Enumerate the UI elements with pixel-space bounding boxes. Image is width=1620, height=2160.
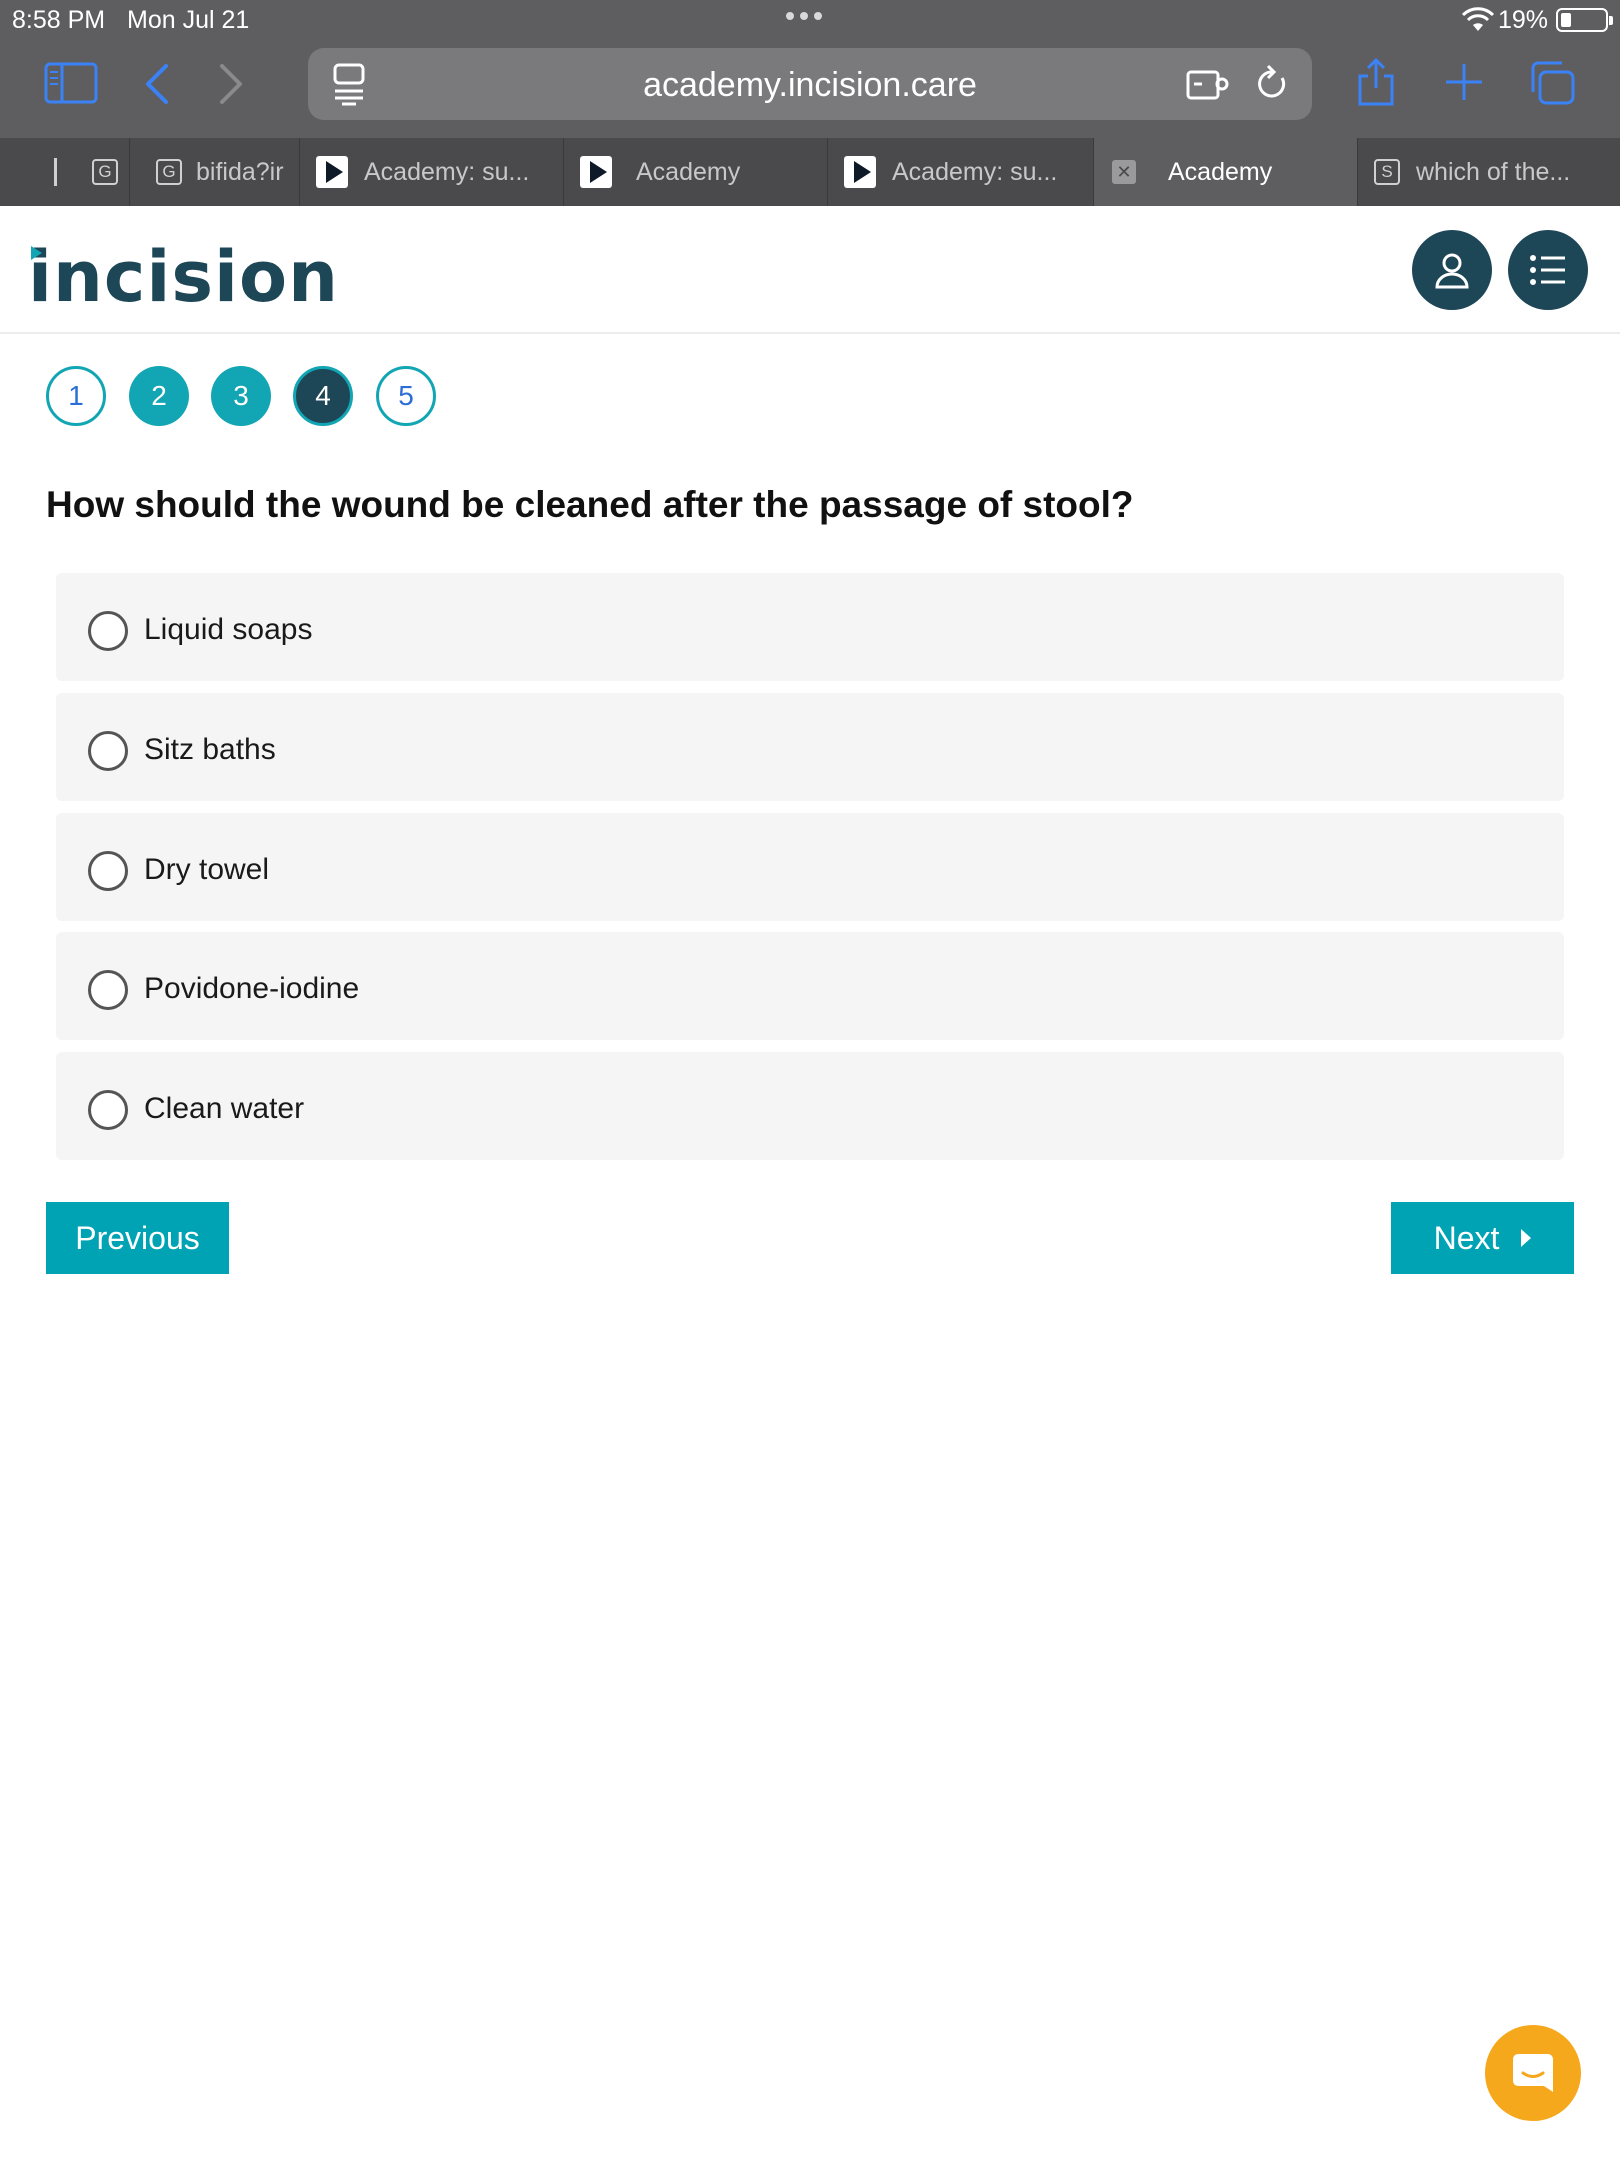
- share-icon[interactable]: [1356, 58, 1396, 106]
- tab-academy-3[interactable]: Academy: su...: [828, 138, 1094, 206]
- radio-button[interactable]: [88, 611, 128, 651]
- user-icon: [1435, 253, 1469, 289]
- step-5[interactable]: 5: [376, 366, 436, 426]
- step-4[interactable]: 4: [293, 366, 353, 426]
- tab-google-2[interactable]: G bifida?ir: [148, 138, 300, 206]
- previous-label: Previous: [75, 1219, 200, 1256]
- s-favicon: S: [1374, 159, 1400, 185]
- question-text: How should the wound be cleaned after th…: [46, 484, 1134, 525]
- google-favicon: G: [156, 159, 182, 185]
- back-icon[interactable]: [142, 62, 172, 106]
- tab-label: Academy: [636, 157, 741, 186]
- status-time: 8:58 PM: [12, 6, 106, 34]
- tab-strip: G G bifida?ir Academy: su... Academy Aca…: [0, 138, 1620, 206]
- browser-toolbar: academy.incision.care: [0, 40, 1620, 138]
- url-text: academy.incision.care: [643, 66, 977, 104]
- answer-option[interactable]: Clean water: [56, 1052, 1564, 1160]
- battery-percent: 19%: [1498, 6, 1549, 34]
- step-1[interactable]: 1: [46, 366, 106, 426]
- step-2[interactable]: 2: [129, 366, 189, 426]
- multitasking-dots-icon[interactable]: [786, 12, 822, 20]
- profile-button[interactable]: [1412, 230, 1492, 310]
- next-button[interactable]: Next: [1391, 1202, 1574, 1274]
- extension-icon[interactable]: [1186, 66, 1230, 102]
- tab-label: bifida?ir: [196, 157, 284, 186]
- tab-which-of-the[interactable]: S which of the...: [1358, 138, 1620, 206]
- radio-button[interactable]: [88, 851, 128, 891]
- caret-right-icon: [1521, 1229, 1532, 1247]
- tab-label: which of the...: [1416, 157, 1571, 186]
- tab-academy-1[interactable]: Academy: su...: [302, 138, 564, 206]
- radio-button[interactable]: [88, 1090, 128, 1130]
- address-bar[interactable]: academy.incision.care: [308, 48, 1312, 120]
- menu-button[interactable]: [1508, 230, 1588, 310]
- option-label: Sitz baths: [144, 733, 276, 766]
- reload-icon[interactable]: [1254, 64, 1290, 104]
- option-label: Povidone-iodine: [144, 972, 360, 1005]
- option-label: Dry towel: [144, 853, 270, 886]
- option-label: Clean water: [144, 1092, 305, 1125]
- chat-button[interactable]: [1485, 2025, 1581, 2121]
- tab-label: Academy: [1168, 157, 1273, 186]
- tab-divider: [54, 158, 57, 186]
- incision-logo[interactable]: incision: [28, 236, 339, 318]
- logo-text: incision: [28, 236, 339, 318]
- logo-accent: [31, 246, 42, 260]
- close-tab-icon[interactable]: ✕: [1112, 160, 1136, 184]
- google-favicon: G: [92, 159, 118, 185]
- tab-academy-active[interactable]: ✕ Academy: [1094, 138, 1358, 206]
- forward-icon[interactable]: [216, 62, 246, 106]
- radio-button[interactable]: [88, 970, 128, 1010]
- chat-icon: [1513, 2054, 1553, 2092]
- answer-option[interactable]: Dry towel: [56, 813, 1564, 921]
- status-date: Mon Jul 21: [127, 6, 250, 34]
- sidebar-icon[interactable]: [44, 62, 98, 104]
- list-icon: [1530, 255, 1565, 285]
- answer-option[interactable]: Liquid soaps: [56, 573, 1564, 681]
- wifi-icon: [1462, 7, 1494, 31]
- next-label: Next: [1433, 1219, 1500, 1256]
- play-icon: [580, 156, 612, 188]
- step-3[interactable]: 3: [211, 366, 271, 426]
- option-label: Liquid soaps: [144, 613, 313, 646]
- previous-button[interactable]: Previous: [46, 1202, 229, 1274]
- status-bar: 8:58 PM Mon Jul 21 19%: [0, 0, 1620, 40]
- radio-button[interactable]: [88, 731, 128, 771]
- answer-option[interactable]: Sitz baths: [56, 693, 1564, 801]
- tab-label: Academy: su...: [364, 157, 530, 186]
- tabs-overview-icon[interactable]: [1528, 60, 1576, 106]
- play-icon: [844, 156, 876, 188]
- new-tab-icon[interactable]: [1444, 62, 1484, 102]
- tab-academy-2[interactable]: Academy: [564, 138, 828, 206]
- tab-google-1[interactable]: G: [84, 138, 130, 206]
- tab-label: Academy: su...: [892, 157, 1058, 186]
- play-icon: [316, 156, 348, 188]
- battery-icon: [1556, 8, 1613, 32]
- answer-option[interactable]: Povidone-iodine: [56, 932, 1564, 1040]
- site-header: incision: [0, 206, 1620, 334]
